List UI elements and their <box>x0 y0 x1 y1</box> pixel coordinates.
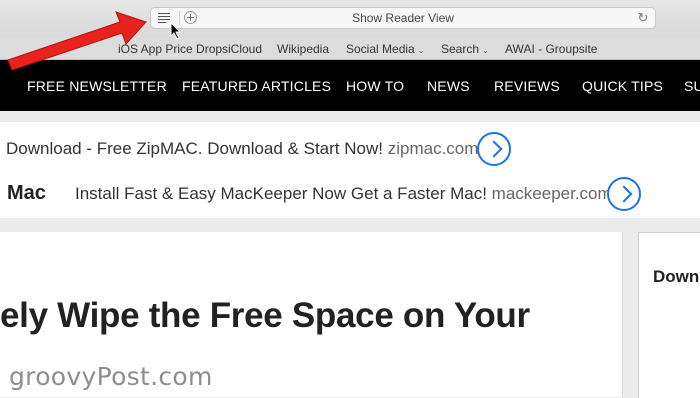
bookmark-search[interactable]: Search ⌄ <box>441 42 489 56</box>
reload-icon[interactable]: ↻ <box>635 10 651 26</box>
chevron-down-icon: ⌄ <box>417 46 425 55</box>
ad-2-domain[interactable]: mackeeper.com <box>492 184 612 203</box>
annotation-arrow-icon <box>7 11 147 71</box>
nav-free-newsletter[interactable]: FREE NEWSLETTER <box>27 78 167 94</box>
nav-featured-articles[interactable]: FEATURED ARTICLES <box>182 78 331 94</box>
ad-1-arrow-icon[interactable] <box>477 132 511 166</box>
ad-2-title[interactable]: Mac <box>7 182 46 205</box>
watermark-logo: groovyPost.com <box>9 362 213 391</box>
nav-reviews[interactable]: REVIEWS <box>494 78 560 94</box>
bookmark-wikipedia[interactable]: Wikipedia <box>277 42 329 56</box>
article-headline: ely Wipe the Free Space on Your <box>0 296 530 335</box>
nav-how-to[interactable]: HOW TO <box>346 78 404 94</box>
nav-overflow-item[interactable]: SU <box>684 78 700 94</box>
nav-quick-tips[interactable]: QUICK TIPS <box>582 78 663 94</box>
ad-1-text[interactable]: Download - Free ZipMAC. Download & Start… <box>6 139 478 159</box>
nav-news[interactable]: NEWS <box>427 78 470 94</box>
bookmark-icloud[interactable]: iCloud <box>228 42 262 56</box>
bookmark-awai-groupsite[interactable]: AWAI - Groupsite <box>505 42 597 56</box>
address-bar[interactable]: Show Reader View ↻ <box>150 7 656 29</box>
chevron-down-icon: ⌄ <box>482 46 489 55</box>
ad-banner: Download - Free ZipMAC. Download & Start… <box>0 122 700 218</box>
address-bar-text: Show Reader View <box>352 11 454 25</box>
sidebar: Down <box>638 232 700 398</box>
ad-2-arrow-icon[interactable] <box>607 177 641 211</box>
ad-2-text[interactable]: Install Fast & Easy MacKeeper Now Get a … <box>75 184 612 204</box>
mouse-cursor-icon <box>170 22 182 40</box>
sidebar-title: Down <box>653 267 700 286</box>
bookmark-social-media[interactable]: Social Media ⌄ <box>346 42 424 56</box>
ad-1-domain[interactable]: zipmac.com <box>388 139 479 158</box>
